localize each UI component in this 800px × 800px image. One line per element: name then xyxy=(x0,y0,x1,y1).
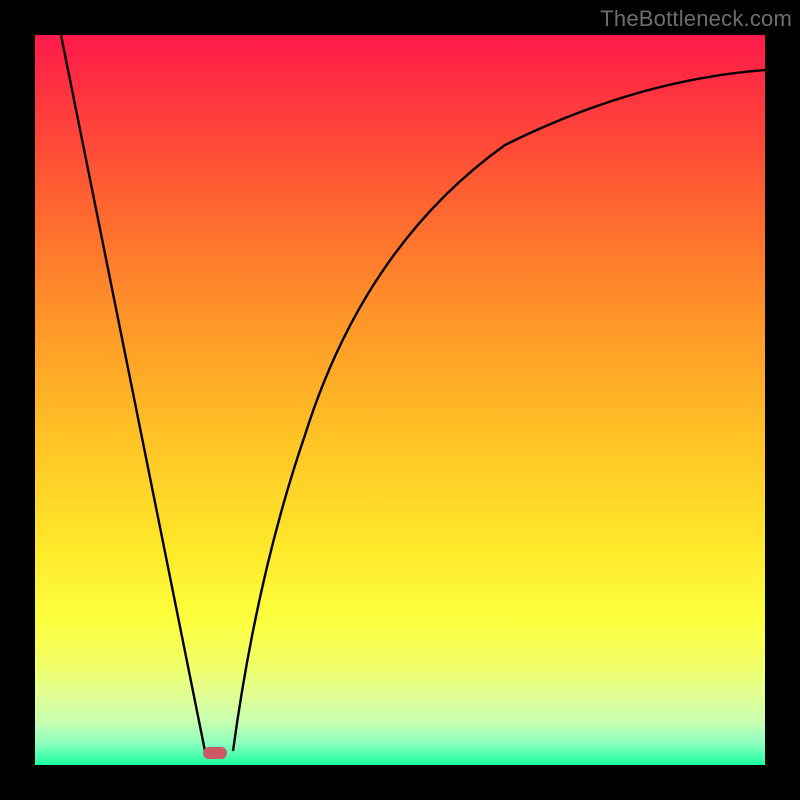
watermark-text: TheBottleneck.com xyxy=(600,6,792,32)
curve-right xyxy=(233,70,765,751)
plot-area xyxy=(35,35,765,765)
optimal-marker xyxy=(203,747,227,759)
bottleneck-curve xyxy=(35,35,765,765)
curve-left xyxy=(61,35,205,751)
chart-frame: TheBottleneck.com xyxy=(0,0,800,800)
